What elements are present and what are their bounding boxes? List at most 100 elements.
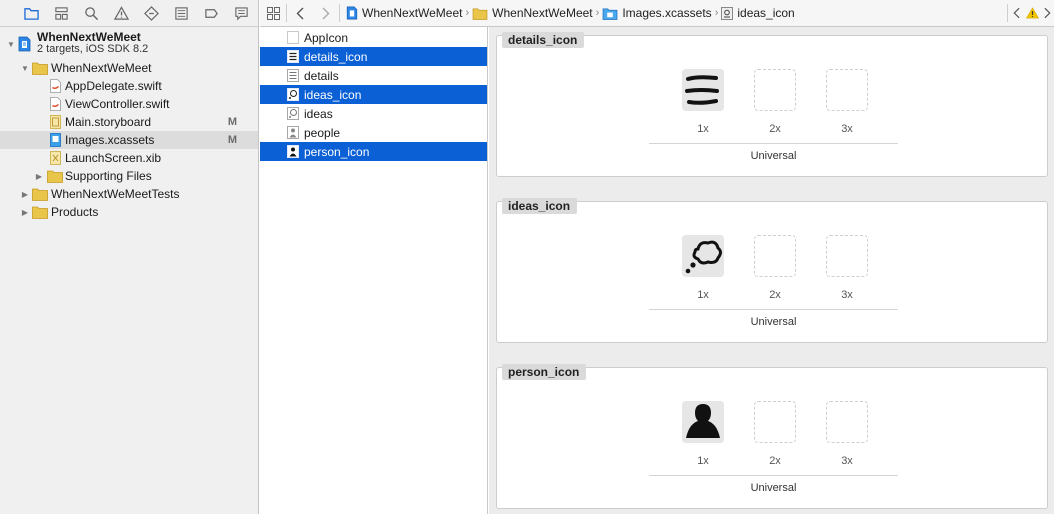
breadcrumb-label: WhenNextWeMeet xyxy=(492,6,593,20)
tree-item-file[interactable]: Images.xcassets M xyxy=(0,131,258,149)
asset-name: details_icon xyxy=(304,49,368,64)
tab-project-navigator[interactable] xyxy=(16,0,46,27)
tab-breakpoint-navigator[interactable] xyxy=(196,0,226,27)
folder-icon xyxy=(23,7,39,20)
tree-item-group[interactable]: ▶ Products xyxy=(0,203,258,221)
breakpoint-icon xyxy=(204,8,218,18)
project-navigator: ▼ WhenNextWeMeet 2 targets, iOS SDK 8.2 … xyxy=(0,0,259,514)
folder-icon xyxy=(472,7,488,20)
asset-row[interactable]: details xyxy=(260,66,487,85)
tree-item-label: LaunchScreen.xib xyxy=(65,151,162,165)
asset-row[interactable]: AppIcon xyxy=(260,28,487,47)
thought-bubble-icon xyxy=(287,88,299,101)
tree-item-group[interactable]: ▶ WhenNextWeMeetTests xyxy=(0,185,258,203)
image-slot-2x[interactable] xyxy=(754,235,796,277)
asset-name: ideas xyxy=(304,106,333,121)
tree-item-label: Supporting Files xyxy=(65,169,152,183)
tree-item-label: Main.storyboard xyxy=(65,115,152,129)
image-slot-2x[interactable] xyxy=(754,401,796,443)
xcassets-file-icon xyxy=(602,7,618,20)
folder-icon xyxy=(32,206,48,219)
tree-item-file[interactable]: Main.storyboard M xyxy=(0,113,258,131)
disclosure-triangle-icon[interactable]: ▶ xyxy=(20,189,30,199)
idiom-label: Universal xyxy=(750,316,797,328)
report-icon xyxy=(234,6,248,20)
image-set-title: details_icon xyxy=(502,32,585,48)
scale-label: 1x xyxy=(697,289,709,301)
image-set-panel: details_icon 1x 2x 3x Universal xyxy=(496,32,1048,177)
asset-row[interactable]: person_icon xyxy=(260,142,487,161)
separator xyxy=(339,4,340,22)
breadcrumb-project[interactable]: WhenNextWeMeet xyxy=(346,0,462,27)
tab-find-navigator[interactable] xyxy=(76,0,106,27)
tree-item-label: Images.xcassets xyxy=(65,133,155,147)
person-silhouette-icon xyxy=(287,145,299,158)
tab-symbol-navigator[interactable] xyxy=(46,0,76,27)
tab-test-navigator[interactable] xyxy=(136,0,166,27)
tree-item-file[interactable]: ViewController.swift xyxy=(0,95,258,113)
tab-report-navigator[interactable] xyxy=(226,0,256,27)
xcassets-file-icon xyxy=(50,133,61,147)
warning-icon xyxy=(1025,7,1039,19)
tree-item-label: WhenNextWeMeet xyxy=(51,61,152,75)
breadcrumb-group[interactable]: WhenNextWeMeet xyxy=(472,0,593,27)
image-slot-3x[interactable] xyxy=(826,401,868,443)
tree-item-file[interactable]: AppDelegate.swift xyxy=(0,77,258,95)
back-button[interactable] xyxy=(287,0,313,27)
asset-row[interactable]: details_icon xyxy=(260,47,487,66)
next-issue-button[interactable] xyxy=(1040,0,1054,27)
idiom-divider xyxy=(649,309,898,310)
idiom-label: Universal xyxy=(750,150,797,162)
related-items-button[interactable] xyxy=(260,0,286,27)
asset-name: AppIcon xyxy=(304,30,349,45)
warning-icon xyxy=(113,5,129,20)
asset-name: details xyxy=(304,68,339,83)
asset-row[interactable]: people xyxy=(260,123,487,142)
breadcrumb-label: Images.xcassets xyxy=(622,6,712,20)
scale-label: 1x xyxy=(697,455,709,467)
project-row[interactable]: ▼ WhenNextWeMeet 2 targets, iOS SDK 8.2 xyxy=(0,29,258,59)
image-slot-1x[interactable] xyxy=(682,69,724,111)
image-set-icon xyxy=(721,6,734,20)
test-diamond-icon xyxy=(143,5,159,21)
navigator-tab-bar xyxy=(0,0,258,27)
tree-item-file[interactable]: LaunchScreen.xib xyxy=(0,149,258,167)
image-slot-3x[interactable] xyxy=(826,69,868,111)
image-slot-2x[interactable] xyxy=(754,69,796,111)
idiom-label: Universal xyxy=(750,482,797,494)
breadcrumb-asset-catalog[interactable]: Images.xcassets xyxy=(602,0,712,27)
previous-issue-button[interactable] xyxy=(1008,0,1024,27)
image-slot-3x[interactable] xyxy=(826,235,868,277)
project-name: WhenNextWeMeet xyxy=(37,30,141,44)
image-slot-1x[interactable] xyxy=(682,235,724,277)
tree-item-group[interactable]: ▼ WhenNextWeMeet xyxy=(0,59,258,77)
tree-item-label: WhenNextWeMeetTests xyxy=(51,187,180,201)
idiom-divider xyxy=(649,475,898,476)
forward-button[interactable] xyxy=(313,0,339,27)
image-slot-1x[interactable] xyxy=(682,401,724,443)
chevron-right-icon xyxy=(322,7,330,19)
app-icon-set-icon xyxy=(287,31,299,44)
tree-item-label: AppDelegate.swift xyxy=(65,79,162,93)
idiom-divider xyxy=(649,143,898,144)
breadcrumb-image-set[interactable]: ideas_icon xyxy=(721,0,795,27)
scale-label: 1x xyxy=(697,123,709,135)
tree-item-label: ViewController.swift xyxy=(65,97,170,111)
scale-label: 3x xyxy=(841,123,853,135)
tab-issue-navigator[interactable] xyxy=(106,0,136,27)
asset-row[interactable]: ideas_icon xyxy=(260,85,487,104)
breadcrumb-label: WhenNextWeMeet xyxy=(362,6,463,20)
debug-icon xyxy=(174,6,188,20)
asset-row[interactable]: ideas xyxy=(260,104,487,123)
search-icon xyxy=(84,6,98,20)
breadcrumb-separator-icon: › xyxy=(595,7,600,19)
asset-name: people xyxy=(304,125,341,140)
issue-warning-button[interactable] xyxy=(1024,0,1040,27)
disclosure-triangle-icon[interactable]: ▼ xyxy=(6,39,16,49)
file-tree: ▼ WhenNextWeMeet 2 targets, iOS SDK 8.2 … xyxy=(0,27,258,221)
disclosure-triangle-icon[interactable]: ▶ xyxy=(20,207,30,217)
disclosure-triangle-icon[interactable]: ▼ xyxy=(20,63,30,73)
tree-item-group[interactable]: ▶ Supporting Files xyxy=(0,167,258,185)
disclosure-triangle-icon[interactable]: ▶ xyxy=(34,171,44,181)
tab-debug-navigator[interactable] xyxy=(166,0,196,27)
